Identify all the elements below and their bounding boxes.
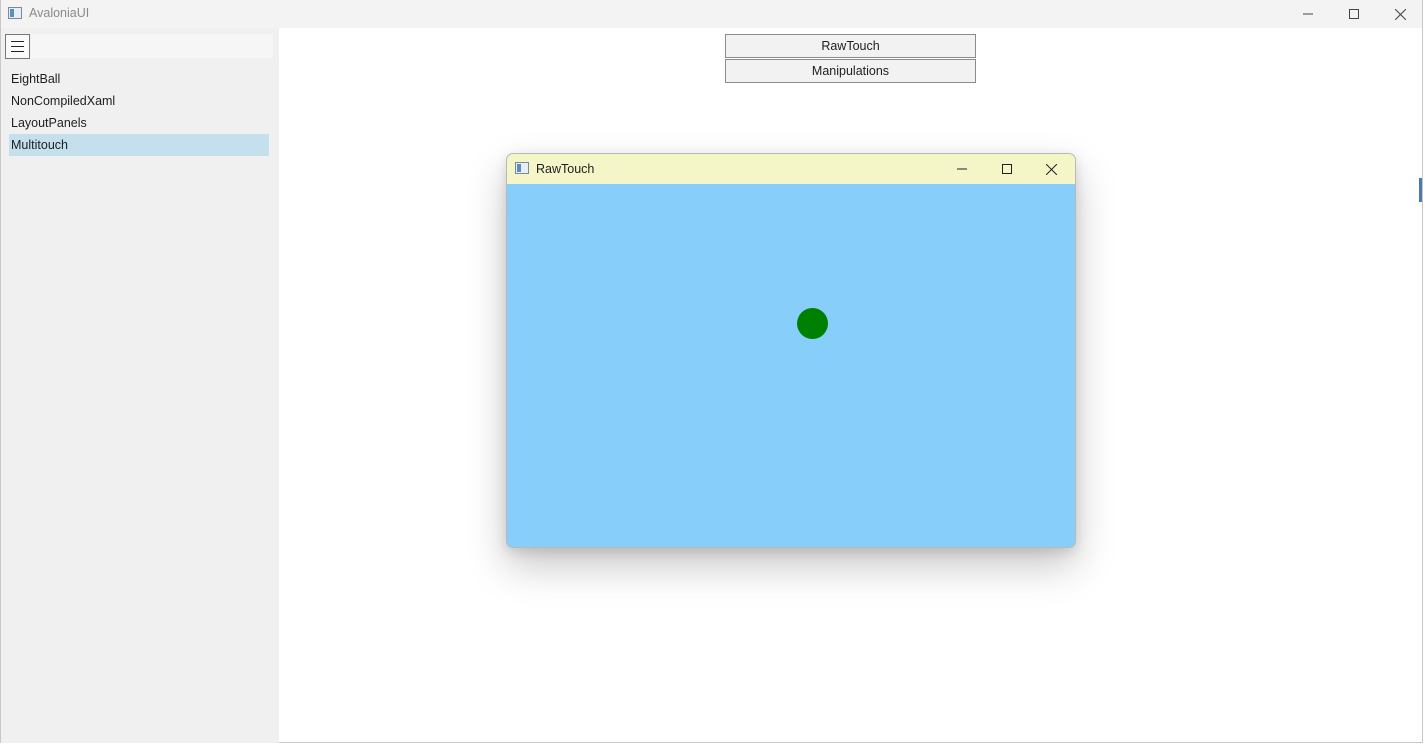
rawtouch-window: RawTouch (506, 153, 1076, 548)
close-button[interactable] (1377, 0, 1423, 28)
nav-item-layoutpanels[interactable]: LayoutPanels (9, 112, 269, 134)
touch-canvas[interactable] (507, 184, 1075, 547)
child-minimize-button[interactable] (939, 154, 984, 184)
scroll-edge-marker (1419, 178, 1422, 202)
nav-item-eightball[interactable]: EightBall (9, 68, 269, 90)
manipulations-button[interactable]: Manipulations (725, 59, 976, 83)
rawtouch-button[interactable]: RawTouch (725, 34, 976, 58)
close-icon (1046, 163, 1057, 175)
hamburger-icon (11, 41, 24, 52)
pane-header (31, 34, 273, 58)
navigation-pane: EightBall NonCompiledXaml LayoutPanels M… (1, 28, 279, 743)
child-app-icon (515, 162, 529, 174)
child-close-button[interactable] (1029, 154, 1074, 184)
nav-item-multitouch[interactable]: Multitouch (9, 134, 269, 156)
window-title: AvaloniaUI (29, 6, 90, 20)
maximize-button[interactable] (1331, 0, 1377, 28)
child-window-title: RawTouch (536, 162, 595, 176)
nav-item-noncompiledxaml[interactable]: NonCompiledXaml (9, 90, 269, 112)
maximize-icon (1001, 164, 1012, 174)
nav-list: EightBall NonCompiledXaml LayoutPanels M… (9, 68, 269, 156)
title-bar[interactable]: AvaloniaUI (1, 0, 1422, 28)
touch-point (797, 308, 828, 339)
child-maximize-button[interactable] (984, 154, 1029, 184)
minimize-button[interactable] (1285, 0, 1331, 28)
menu-toggle-button[interactable] (5, 34, 30, 59)
close-icon (1394, 8, 1406, 20)
app-icon (8, 7, 22, 19)
minimize-icon (1303, 13, 1313, 15)
child-title-bar[interactable]: RawTouch (507, 154, 1075, 184)
minimize-icon (956, 168, 967, 170)
maximize-icon (1349, 9, 1359, 19)
